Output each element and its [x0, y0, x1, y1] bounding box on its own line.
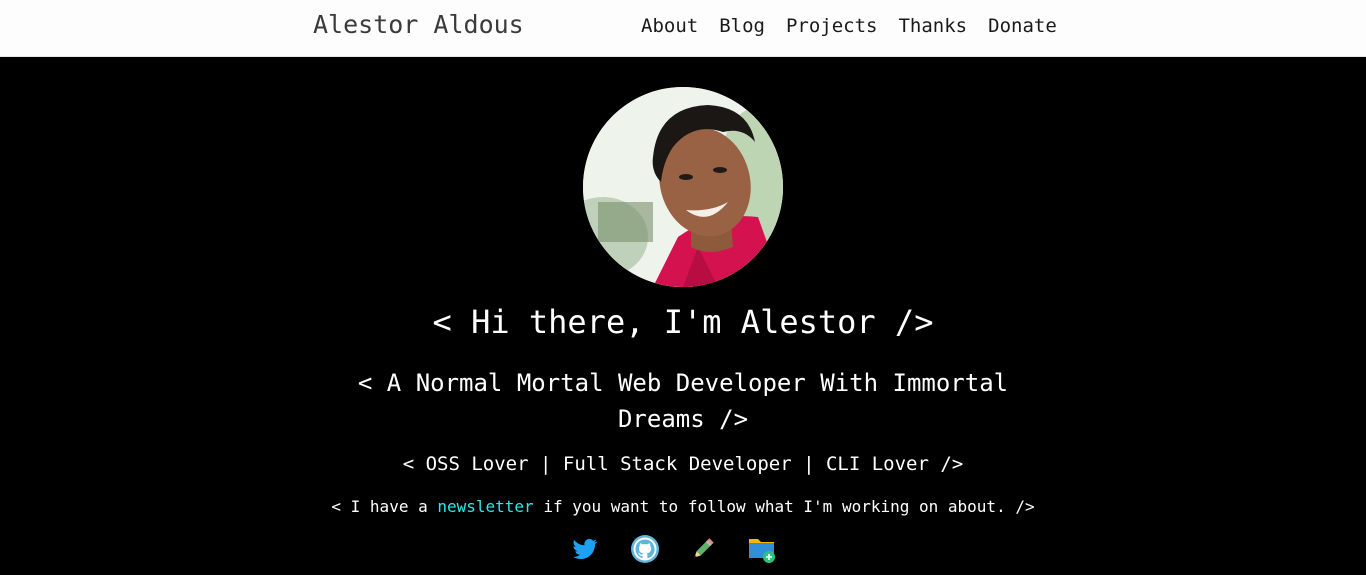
avatar	[583, 87, 783, 287]
newsletter-text-before: < I have a	[331, 497, 438, 516]
main-nav: About Blog Projects Thanks Donate	[641, 15, 1057, 37]
twitter-link[interactable]	[568, 532, 602, 566]
hero-section: < Hi there, I'm Alestor /> < A Normal Mo…	[0, 57, 1366, 575]
nav-about[interactable]: About	[641, 15, 698, 37]
folder-icon	[749, 539, 775, 563]
newsletter-link[interactable]: newsletter	[437, 497, 533, 516]
nav-donate[interactable]: Donate	[988, 15, 1057, 37]
github-icon	[631, 535, 659, 563]
hero-roles: < OSS Lover | Full Stack Developer | CLI…	[402, 453, 964, 475]
avatar-photo	[583, 87, 783, 287]
newsletter-line: < I have a newsletter if you want to fol…	[0, 497, 1366, 516]
projects-folder-link[interactable]	[746, 532, 780, 566]
hero-tagline: < A Normal Mortal Web Developer With Imm…	[357, 369, 1009, 433]
nav-projects[interactable]: Projects	[786, 15, 878, 37]
pencil-icon	[694, 538, 714, 558]
brand-link[interactable]: Alestor Aldous	[313, 10, 524, 39]
site-header: Alestor Aldous About Blog Projects Thank…	[0, 0, 1366, 57]
nav-blog[interactable]: Blog	[719, 15, 765, 37]
nav-thanks[interactable]: Thanks	[898, 15, 967, 37]
newsletter-text-after: if you want to follow what I'm working o…	[533, 497, 1035, 516]
blog-pencil-link[interactable]	[686, 532, 720, 566]
twitter-icon	[573, 538, 598, 560]
hero-heading: < Hi there, I'm Alestor />	[432, 303, 934, 341]
github-link[interactable]	[628, 532, 662, 566]
